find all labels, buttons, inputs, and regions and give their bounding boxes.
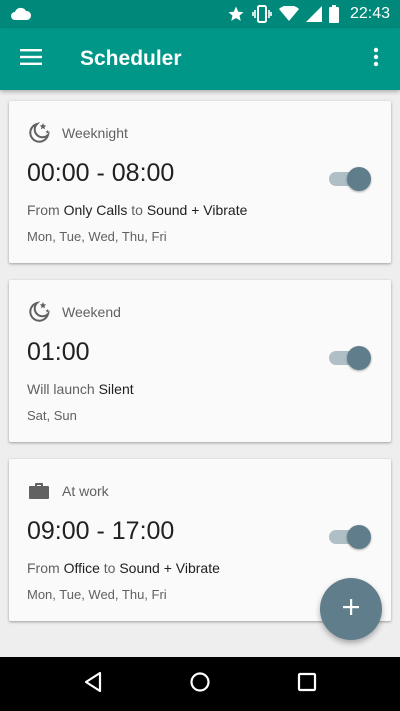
schedule-toggle[interactable] (327, 525, 371, 549)
system-nav-bar (0, 657, 400, 711)
recents-button[interactable] (277, 657, 337, 711)
schedule-time: 01:00 (27, 338, 90, 366)
schedule-days: Mon, Tue, Wed, Thu, Fri (27, 587, 167, 602)
page-title: Scheduler (80, 47, 182, 70)
add-schedule-button[interactable] (320, 578, 382, 640)
schedule-name: Weeknight (62, 125, 128, 141)
briefcase-icon (27, 479, 51, 503)
schedule-name: At work (62, 483, 109, 499)
overflow-menu-button[interactable] (352, 28, 400, 90)
schedule-time: 00:00 - 08:00 (27, 159, 175, 187)
schedule-list: Weeknight 00:00 - 08:00 From Only Calls … (0, 90, 400, 657)
schedule-card-weeknight[interactable]: Weeknight 00:00 - 08:00 From Only Calls … (9, 101, 391, 263)
vibrate-icon (252, 5, 272, 23)
app-bar: Scheduler (0, 28, 400, 90)
battery-icon (328, 5, 339, 23)
schedule-days: Sat, Sun (27, 408, 77, 423)
schedule-toggle[interactable] (327, 167, 371, 191)
schedule-description: Will launch Silent (27, 381, 134, 397)
schedule-name: Weekend (62, 304, 121, 320)
moon-stars-icon (27, 121, 51, 145)
schedule-description: From Office to Sound + Vibrate (27, 560, 220, 576)
cloud-icon (10, 6, 32, 22)
menu-button[interactable] (0, 28, 62, 90)
back-button[interactable] (63, 657, 123, 711)
plus-icon (343, 598, 359, 620)
recents-icon (297, 672, 317, 697)
schedule-card-weekend[interactable]: Weekend 01:00 Will launch Silent Sat, Su… (9, 280, 391, 442)
signal-icon (305, 6, 322, 22)
star-icon (227, 5, 245, 23)
home-button[interactable] (170, 657, 230, 711)
home-icon (189, 671, 211, 698)
back-icon (83, 671, 103, 698)
schedule-days: Mon, Tue, Wed, Thu, Fri (27, 229, 167, 244)
wifi-icon (278, 6, 299, 22)
schedule-time: 09:00 - 17:00 (27, 517, 175, 545)
moon-stars-icon (27, 300, 51, 324)
schedule-description: From Only Calls to Sound + Vibrate (27, 202, 248, 218)
more-vert-icon (373, 47, 379, 72)
status-bar: 22:43 (0, 0, 400, 28)
status-time: 22:43 (349, 5, 390, 22)
menu-icon (20, 48, 42, 70)
schedule-toggle[interactable] (327, 346, 371, 370)
